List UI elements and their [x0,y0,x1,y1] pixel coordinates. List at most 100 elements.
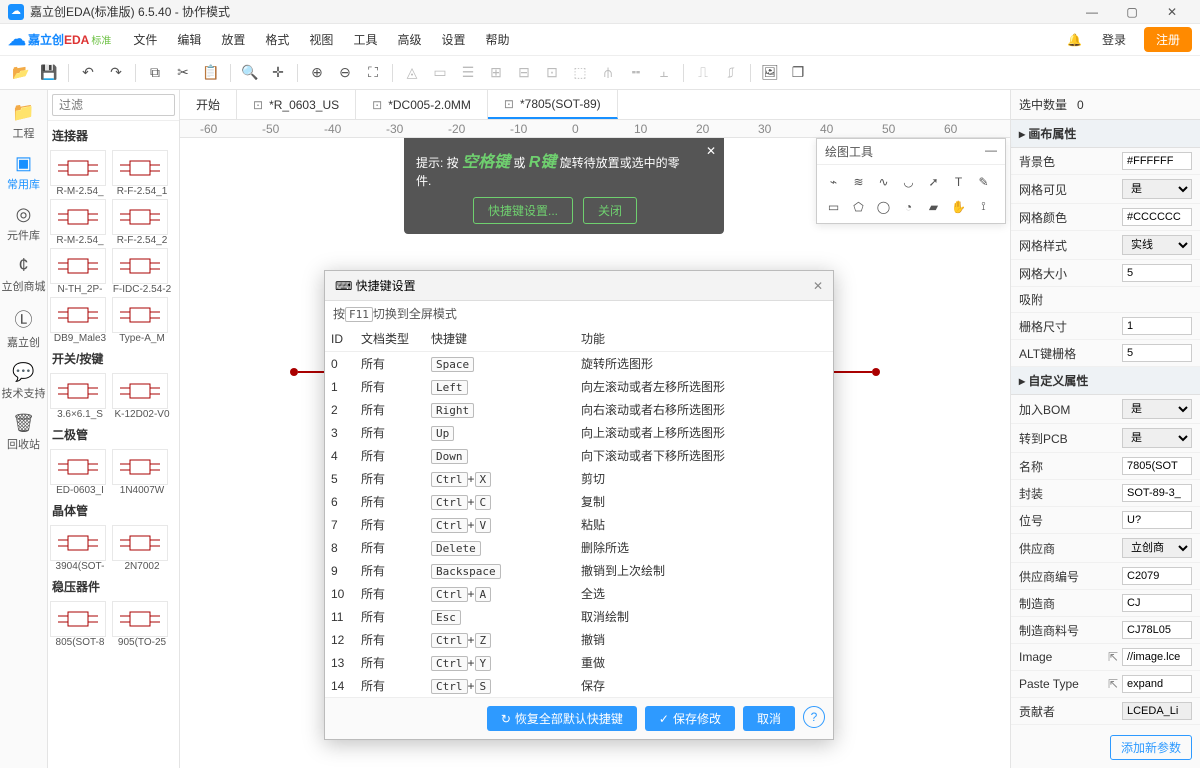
pie-tool-icon[interactable]: ◔ [896,194,921,219]
rail-工程[interactable]: 📁工程 [2,96,46,147]
tool-d-icon[interactable]: ⊞ [483,60,509,86]
minimize-icon[interactable]: — [985,143,997,160]
crosshair-icon[interactable]: ✛ [265,60,291,86]
lib-item[interactable]: 2N7002 [112,525,172,572]
shortcut-row[interactable]: 1所有Left向左滚动或者左移所选图形 [325,375,833,398]
hint-close-icon[interactable]: ✕ [706,144,716,158]
rail-元件库[interactable]: ◎元件库 [2,198,46,249]
lib-category[interactable]: 晶体管 [50,498,177,523]
shortcut-row[interactable]: 9所有Backspace撤销到上次绘制 [325,559,833,582]
link-icon[interactable]: ⇱ [1108,677,1118,691]
menu-高级[interactable]: 高级 [387,33,431,47]
drag-tool-icon[interactable]: ✋ [946,194,971,219]
link-icon[interactable]: ⇱ [1108,650,1118,664]
lib-item[interactable]: 3904(SOT- [50,525,110,572]
rail-嘉立创[interactable]: Ⓛ嘉立创 [2,300,46,356]
add-param-button[interactable]: 添加新参数 [1110,735,1192,760]
prop-input[interactable] [1122,457,1192,475]
tab[interactable]: ⊡*DC005-2.0MM [356,90,488,119]
cut-icon[interactable]: ✂ [170,60,196,86]
shortcut-row[interactable]: 13所有Ctrl+Y重做 [325,651,833,674]
rail-技术支持[interactable]: 💬技术支持 [2,356,46,407]
tool-h-icon[interactable]: ⫛ [595,60,621,86]
menu-放置[interactable]: 放置 [211,33,255,47]
prop-input[interactable] [1122,594,1192,612]
login-link[interactable]: 登录 [1092,31,1136,48]
prop-input[interactable] [1122,344,1192,362]
prop-select[interactable]: 是 [1122,428,1192,448]
prop-input[interactable] [1122,648,1192,666]
shortcut-row[interactable]: 3所有Up向上滚动或者上移所选图形 [325,421,833,444]
tool-k-icon[interactable]: ⎍ [690,60,716,86]
tool-e-icon[interactable]: ⊟ [511,60,537,86]
menu-视图[interactable]: 视图 [299,33,343,47]
shortcut-row[interactable]: 4所有Down向下滚动或者下移所选图形 [325,444,833,467]
lib-item[interactable]: R-M-2.54_ [50,150,110,197]
lib-item[interactable]: Type-A_M [112,297,172,344]
redo-icon[interactable]: ↷ [103,60,129,86]
canvas[interactable]: ✕ 提示: 按 空格键 或 R键 旋转待放置或选中的零件. 快捷键设置... 关… [180,138,1010,768]
help-icon[interactable]: ? [803,706,825,728]
pin-tool-icon[interactable]: ⟟ [971,194,996,219]
tab[interactable]: ⊡*R_0603_US [237,90,356,119]
shortcut-row[interactable]: 6所有Ctrl+C复制 [325,490,833,513]
tool-i-icon[interactable]: ╍ [623,60,649,86]
lib-category[interactable]: 连接器 [50,123,177,148]
canvas-props-header[interactable]: ▸ 画布属性 [1011,120,1200,148]
menu-工具[interactable]: 工具 [343,33,387,47]
maximize-button[interactable]: ▢ [1112,0,1152,24]
lib-item[interactable]: R-F-2.54_1 [112,150,172,197]
dialog-close-icon[interactable]: ✕ [813,279,823,293]
lib-category[interactable]: 稳压器件 [50,574,177,599]
shortcut-row[interactable]: 5所有Ctrl+X剪切 [325,467,833,490]
prop-input[interactable] [1122,675,1192,693]
prop-select[interactable]: 是 [1122,399,1192,419]
close-button[interactable]: ✕ [1152,0,1192,24]
prop-input[interactable] [1122,621,1192,639]
tool-g-icon[interactable]: ⬚ [567,60,593,86]
restore-defaults-button[interactable]: ↻ 恢复全部默认快捷键 [487,706,637,731]
image-tool-icon[interactable]: ▰ [921,194,946,219]
bus-tool-icon[interactable]: ≋ [846,169,871,194]
lib-item[interactable]: R-M-2.54_ [50,199,110,246]
lib-item[interactable]: 1N4007W [112,449,172,496]
lib-item[interactable]: 905(TO-25 [112,601,172,648]
text-tool-icon[interactable]: T [946,169,971,194]
save-changes-button[interactable]: ✓ 保存修改 [645,706,735,731]
tool-j-icon[interactable]: ⫠ [651,60,677,86]
lib-item[interactable]: K-12D02-V0 [112,373,172,420]
prop-select[interactable]: 是 [1122,179,1192,199]
polygon-tool-icon[interactable]: ⬠ [846,194,871,219]
register-button[interactable]: 注册 [1144,27,1192,52]
arrow-tool-icon[interactable]: ➚ [921,169,946,194]
prop-input[interactable] [1122,264,1192,282]
tool-l-icon[interactable]: ⎎ [718,60,744,86]
layers-icon[interactable]: ❐ [785,60,811,86]
prop-input[interactable] [1122,152,1192,170]
lib-item[interactable]: R-F-2.54_2 [112,199,172,246]
menu-格式[interactable]: 格式 [255,33,299,47]
shortcut-row[interactable]: 0所有Space旋转所选图形 [325,352,833,375]
cancel-button[interactable]: 取消 [743,706,795,731]
lib-category[interactable]: 二极管 [50,422,177,447]
bell-icon[interactable]: 🔔 [1057,33,1092,47]
zoom-in-icon[interactable]: ⊕ [304,60,330,86]
tool-c-icon[interactable]: ☰ [455,60,481,86]
menu-编辑[interactable]: 编辑 [167,33,211,47]
rect-tool-icon[interactable]: ▭ [821,194,846,219]
paste-icon[interactable]: 📋 [198,60,224,86]
ellipse-tool-icon[interactable]: ◯ [871,194,896,219]
curve-tool-icon[interactable]: ∿ [871,169,896,194]
shortcut-row[interactable]: 10所有Ctrl+A全选 [325,582,833,605]
image-icon[interactable]: 🖼 [757,60,783,86]
rail-立创商城[interactable]: ¢立创商城 [2,249,46,300]
prop-input[interactable] [1122,702,1192,720]
lib-category[interactable]: 开关/按键 [50,346,177,371]
lib-item[interactable]: 805(SOT-8 [50,601,110,648]
prop-input[interactable] [1122,567,1192,585]
shortcut-row[interactable]: 12所有Ctrl+Z撤销 [325,628,833,651]
minimize-button[interactable]: — [1072,0,1112,24]
tab[interactable]: 开始 [180,90,237,119]
menu-帮助[interactable]: 帮助 [475,33,519,47]
tool-f-icon[interactable]: ⊡ [539,60,565,86]
